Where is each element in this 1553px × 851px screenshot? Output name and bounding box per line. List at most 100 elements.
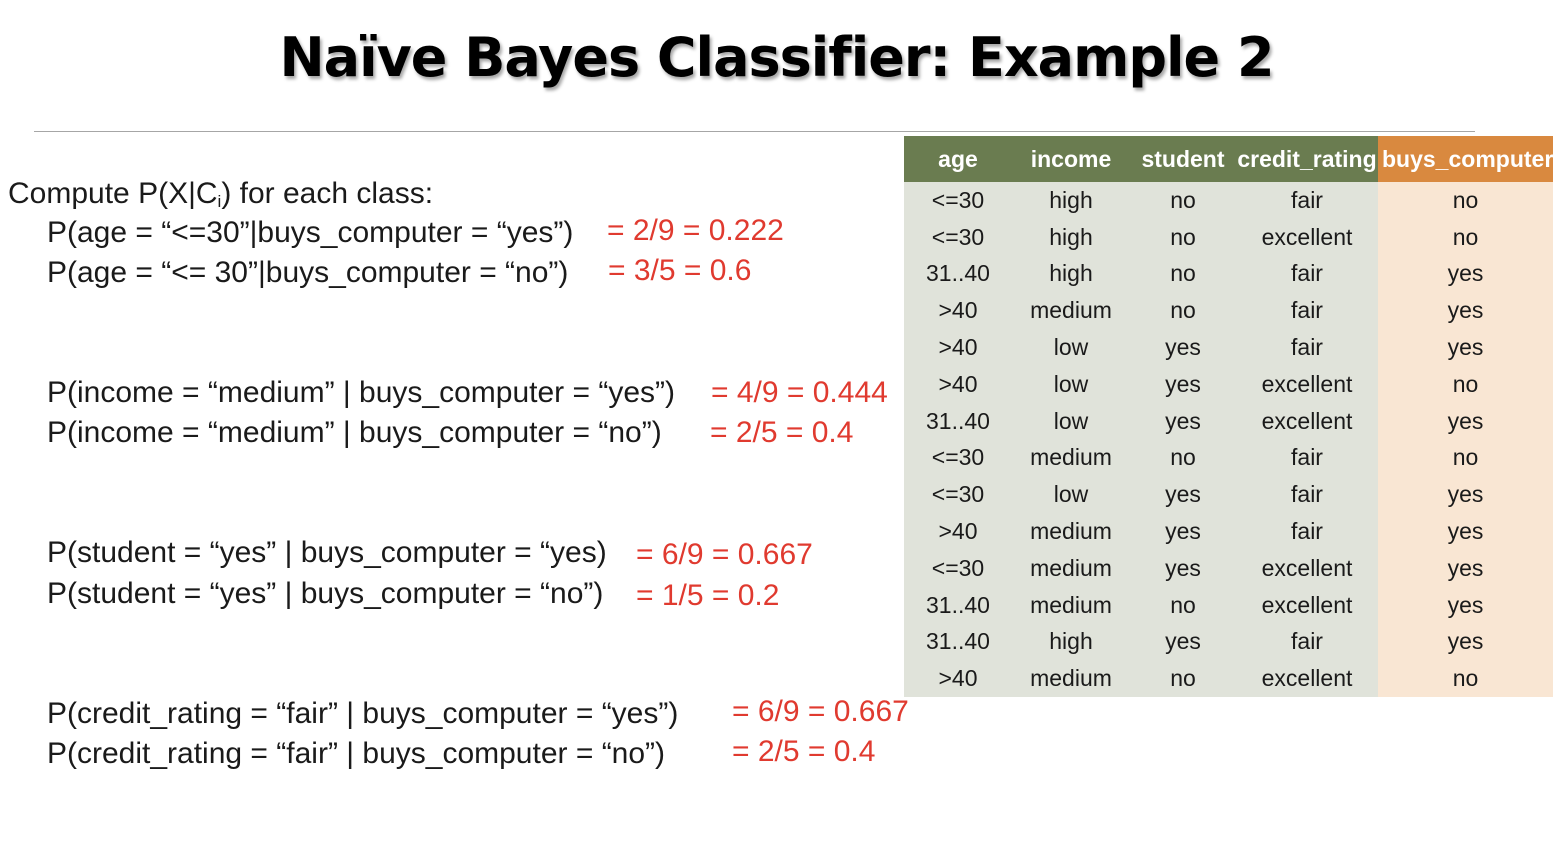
prob-income-yes: P(income = “medium” | buys_computer = “y… bbox=[47, 376, 675, 409]
cell-buys-computer: no bbox=[1378, 365, 1553, 403]
cell-income: high bbox=[1012, 623, 1130, 661]
intro-text-end: ) for each class: bbox=[221, 177, 434, 210]
cell-income: medium bbox=[1012, 660, 1130, 698]
cell-credit-rating: excellent bbox=[1236, 402, 1378, 440]
cell-income: medium bbox=[1012, 549, 1130, 587]
prob-age-yes: P(age = “<=30”|buys_computer = “yes”) bbox=[47, 216, 574, 249]
header-income: income bbox=[1012, 136, 1130, 182]
cell-student: no bbox=[1130, 439, 1236, 477]
cell-credit-rating: fair bbox=[1236, 182, 1378, 219]
header-buys-computer: buys_computer bbox=[1378, 136, 1553, 182]
cell-income: medium bbox=[1012, 513, 1130, 550]
cell-student: yes bbox=[1130, 329, 1236, 366]
table-row: >40 low yes fair yes bbox=[904, 329, 1553, 366]
table-row: <=30 medium no fair no bbox=[904, 439, 1553, 477]
cell-buys-computer: yes bbox=[1378, 549, 1553, 587]
prob-age-no: P(age = “<= 30”|buys_computer = “no”) bbox=[47, 256, 569, 289]
table-row: 31..40 medium no excellent yes bbox=[904, 586, 1553, 624]
cell-student: yes bbox=[1130, 365, 1236, 403]
cell-buys-computer: yes bbox=[1378, 329, 1553, 366]
prob-age-no-result: = 3/5 = 0.6 bbox=[608, 254, 752, 287]
table-row: 31..40 high no fair yes bbox=[904, 255, 1553, 293]
cell-income: high bbox=[1012, 182, 1130, 219]
prob-student-no: P(student = “yes” | buys_computer = “no”… bbox=[47, 577, 604, 610]
cell-credit-rating: fair bbox=[1236, 439, 1378, 477]
cell-income: high bbox=[1012, 255, 1130, 293]
cell-age: >40 bbox=[904, 292, 1012, 330]
cell-age: <=30 bbox=[904, 182, 1012, 219]
cell-buys-computer: yes bbox=[1378, 476, 1553, 514]
cell-student: no bbox=[1130, 660, 1236, 698]
cell-credit-rating: excellent bbox=[1236, 365, 1378, 403]
header-age: age bbox=[904, 136, 1012, 182]
cell-buys-computer: yes bbox=[1378, 402, 1553, 440]
cell-credit-rating: fair bbox=[1236, 292, 1378, 330]
prob-credit-no: P(credit_rating = “fair” | buys_computer… bbox=[47, 737, 666, 770]
cell-income: low bbox=[1012, 329, 1130, 366]
cell-student: yes bbox=[1130, 623, 1236, 661]
cell-age: >40 bbox=[904, 365, 1012, 403]
cell-student: yes bbox=[1130, 402, 1236, 440]
prob-credit-yes-result: = 6/9 = 0.667 bbox=[732, 695, 909, 728]
table-row: <=30 low yes fair yes bbox=[904, 476, 1553, 514]
cell-age: >40 bbox=[904, 513, 1012, 550]
header-student: student bbox=[1130, 136, 1236, 182]
table-row: >40 medium no fair yes bbox=[904, 292, 1553, 330]
cell-buys-computer: no bbox=[1378, 660, 1553, 698]
cell-income: medium bbox=[1012, 586, 1130, 624]
cell-credit-rating: fair bbox=[1236, 255, 1378, 293]
cell-income: low bbox=[1012, 365, 1130, 403]
cell-buys-computer: no bbox=[1378, 182, 1553, 219]
cell-buys-computer: yes bbox=[1378, 513, 1553, 550]
cell-age: >40 bbox=[904, 660, 1012, 698]
prob-credit-yes: P(credit_rating = “fair” | buys_computer… bbox=[47, 697, 679, 730]
table-row: >40 medium no excellent no bbox=[904, 660, 1553, 698]
cell-student: yes bbox=[1130, 513, 1236, 550]
cell-credit-rating: excellent bbox=[1236, 549, 1378, 587]
prob-credit-no-result: = 2/5 = 0.4 bbox=[732, 735, 876, 768]
cell-buys-computer: yes bbox=[1378, 586, 1553, 624]
header-credit-rating: credit_rating bbox=[1236, 136, 1378, 182]
cell-student: yes bbox=[1130, 476, 1236, 514]
prob-income-yes-result: = 4/9 = 0.444 bbox=[711, 376, 888, 409]
cell-credit-rating: excellent bbox=[1236, 586, 1378, 624]
table-row: <=30 high no excellent no bbox=[904, 218, 1553, 256]
prob-student-yes: P(student = “yes” | buys_computer = “yes… bbox=[47, 536, 607, 569]
cell-student: yes bbox=[1130, 549, 1236, 587]
table-row: 31..40 high yes fair yes bbox=[904, 623, 1553, 661]
training-data-table: age income student credit_rating buys_co… bbox=[904, 136, 1553, 698]
cell-buys-computer: no bbox=[1378, 439, 1553, 477]
cell-credit-rating: excellent bbox=[1236, 218, 1378, 256]
cell-student: no bbox=[1130, 292, 1236, 330]
cell-buys-computer: yes bbox=[1378, 255, 1553, 293]
cell-credit-rating: fair bbox=[1236, 623, 1378, 661]
table-row: 31..40 low yes excellent yes bbox=[904, 402, 1553, 440]
cell-age: 31..40 bbox=[904, 402, 1012, 440]
cell-age: <=30 bbox=[904, 549, 1012, 587]
cell-income: low bbox=[1012, 402, 1130, 440]
cell-student: no bbox=[1130, 182, 1236, 219]
cell-buys-computer: yes bbox=[1378, 292, 1553, 330]
prob-student-yes-result: = 6/9 = 0.667 bbox=[636, 538, 813, 571]
cell-income: medium bbox=[1012, 292, 1130, 330]
table-row: <=30 medium yes excellent yes bbox=[904, 549, 1553, 587]
cell-credit-rating: fair bbox=[1236, 513, 1378, 550]
intro-text-start: Compute P(X|C bbox=[8, 177, 218, 210]
prob-income-no-result: = 2/5 = 0.4 bbox=[710, 416, 854, 449]
intro-text: Compute P(X|Ci) for each class: bbox=[8, 174, 433, 214]
cell-income: medium bbox=[1012, 439, 1130, 477]
cell-age: <=30 bbox=[904, 218, 1012, 256]
table-header-row: age income student credit_rating buys_co… bbox=[904, 136, 1553, 182]
cell-student: no bbox=[1130, 586, 1236, 624]
cell-age: 31..40 bbox=[904, 586, 1012, 624]
cell-income: low bbox=[1012, 476, 1130, 514]
cell-age: <=30 bbox=[904, 476, 1012, 514]
prob-age-yes-result: = 2/9 = 0.222 bbox=[607, 214, 784, 247]
cell-income: high bbox=[1012, 218, 1130, 256]
table-row: >40 low yes excellent no bbox=[904, 365, 1553, 403]
cell-student: no bbox=[1130, 218, 1236, 256]
cell-buys-computer: no bbox=[1378, 218, 1553, 256]
cell-student: no bbox=[1130, 255, 1236, 293]
cell-age: 31..40 bbox=[904, 255, 1012, 293]
cell-age: 31..40 bbox=[904, 623, 1012, 661]
